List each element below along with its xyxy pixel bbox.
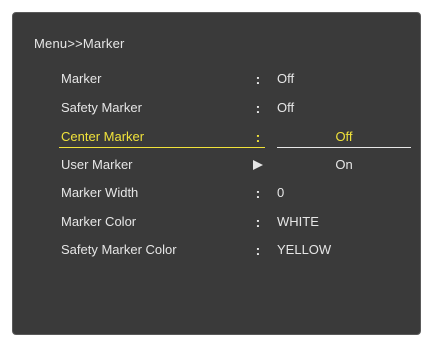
menu-item-value: 0 bbox=[277, 185, 285, 200]
separator-colon: : bbox=[255, 214, 261, 230]
menu-item-value: Off bbox=[277, 100, 295, 115]
triangle-right-icon bbox=[251, 156, 265, 174]
separator-colon: : bbox=[255, 129, 261, 145]
highlight-underline bbox=[59, 147, 265, 148]
menu-breadcrumb: Menu>>Marker bbox=[34, 36, 125, 51]
option-underline bbox=[277, 147, 411, 148]
menu-item-marker-color[interactable]: Marker Color : WHITE bbox=[13, 213, 420, 237]
menu-item-value: Off bbox=[277, 71, 295, 86]
separator-colon: : bbox=[255, 100, 261, 116]
menu-item-label: Marker bbox=[61, 71, 102, 86]
menu-item-value: WHITE bbox=[277, 214, 319, 229]
menu-item-user-marker[interactable]: User Marker On bbox=[13, 156, 420, 180]
separator-colon: : bbox=[255, 242, 261, 258]
menu-item-label: Center Marker bbox=[61, 129, 145, 144]
menu-item-label: Safety Marker Color bbox=[61, 242, 177, 257]
menu-item-marker[interactable]: Marker : Off bbox=[13, 70, 420, 94]
osd-menu-panel: Menu>>Marker Marker : Off Safety Marker … bbox=[12, 12, 421, 335]
separator-colon: : bbox=[255, 71, 261, 87]
option-on[interactable]: On bbox=[277, 156, 411, 174]
separator-colon: : bbox=[255, 185, 261, 201]
menu-item-safety-marker-color[interactable]: Safety Marker Color : YELLOW bbox=[13, 241, 420, 265]
menu-item-value: YELLOW bbox=[277, 242, 332, 257]
menu-item-label: Safety Marker bbox=[61, 100, 142, 115]
menu-item-label: User Marker bbox=[61, 157, 133, 172]
menu-item-label: Marker Color bbox=[61, 214, 137, 229]
menu-item-safety-marker[interactable]: Safety Marker : Off bbox=[13, 99, 420, 123]
menu-item-center-marker[interactable]: Center Marker : Off bbox=[13, 128, 420, 152]
option-selected-off[interactable]: Off bbox=[277, 128, 411, 146]
menu-item-label: Marker Width bbox=[61, 185, 139, 200]
menu-item-marker-width[interactable]: Marker Width : 0 bbox=[13, 184, 420, 208]
